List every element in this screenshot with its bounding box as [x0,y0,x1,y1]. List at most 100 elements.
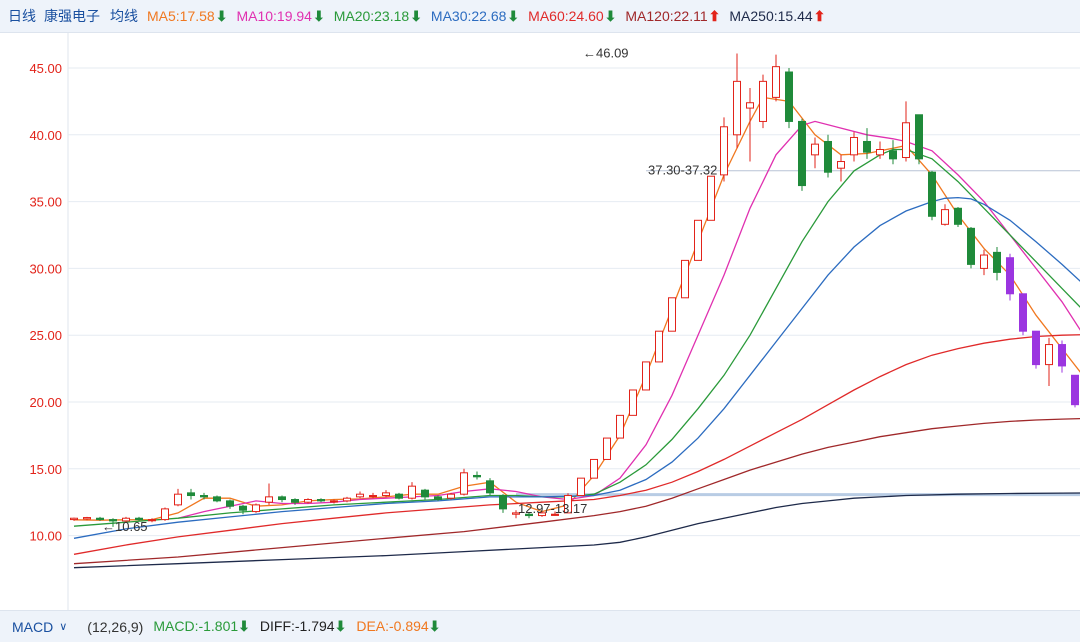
candle-body [1045,344,1053,366]
y-tick-label: 45.00 [29,61,62,76]
candle-body [694,219,702,261]
candle-body [681,259,689,299]
candle-body [772,66,780,98]
chevron-down-icon[interactable]: ∨ [59,620,67,633]
candle-body [603,437,611,460]
candle-body [733,80,741,136]
candle-body [629,389,637,416]
macd-text: MACD:-1.801 [153,618,239,634]
candle-body [993,251,1001,273]
macd-params: (12,26,9) [87,618,144,635]
candle-body [239,505,247,511]
candle-body [811,143,819,156]
candle-body [863,140,871,153]
ma-legend-item: MA250:15.44⬆ [729,8,825,24]
ma-line-ma10 [177,120,1080,519]
macd-header: MACD ∨ (12,26,9) MACD:-1.801⬇ DIFF:-1.79… [0,610,1080,642]
y-tick-label: 10.00 [29,529,62,544]
ma-legend-item: MA10:19.94⬇ [236,8,324,24]
ma-legend-label: MA5:17.58 [147,7,215,24]
candle-body [187,492,195,497]
candle-body [148,519,156,522]
candle-body [278,496,286,501]
candle-body [408,485,416,499]
arrow-down-icon: ⬇ [507,7,520,24]
y-tick-label: 20.00 [29,395,62,410]
candle-body [980,254,988,269]
candle-body [590,458,598,479]
candle-body [928,171,936,217]
candle-body [304,499,312,503]
ma-legend-item: MA60:24.60⬇ [528,8,616,24]
dea-text: DEA:-0.894 [356,618,429,634]
candle-body [1071,374,1079,406]
y-tick-label: 35.00 [29,195,62,210]
candle-body [798,120,806,187]
candle-body [824,140,832,173]
arrow-down-icon: ⬇ [312,7,325,24]
ma-legend-label: MA60:24.60 [528,7,604,24]
candle-body [1032,330,1040,366]
ma-legend-item: MA5:17.58⬇ [147,8,227,24]
ma-legend-item: MA30:22.68⬇ [431,8,519,24]
ma-line-ma5 [73,96,1080,521]
candle-body [889,150,897,160]
y-tick-label: 40.00 [29,128,62,143]
arrow-down-icon: ⬇ [215,7,228,24]
candle-body [356,493,364,498]
ma-legend-label: MA120:22.11 [625,7,708,24]
candle-body [473,474,481,478]
indicator-header: 日线 康强电子 均线 MA5:17.58⬇ MA10:19.94⬇ MA20:23.… [0,0,1080,33]
price-annotation: ←10.65 [102,519,148,534]
candle-body [707,175,715,221]
candle-body [70,517,78,521]
candle-body [759,80,767,122]
candle-body [83,517,91,520]
ma-legend: MA5:17.58⬇ MA10:19.94⬇ MA20:23.18⬇ MA30:22.… [138,8,825,25]
candle-body [369,495,377,498]
price-annotation: ←46.09 [583,45,629,60]
arrow-down-icon: ⬇ [428,618,441,634]
candle-body [252,504,260,513]
candle-body [837,161,845,169]
dea-value: DEA:-0.894⬇ [356,618,440,635]
candle-body [421,489,429,498]
candle-body [850,136,858,156]
candle-body [265,496,273,503]
candle-body [291,499,299,503]
candle-body [616,414,624,439]
candle-body [1019,293,1027,332]
stock-name: 康强电子 [44,8,100,24]
candle-body [1058,344,1066,367]
macd-value: MACD:-1.801⬇ [153,618,250,635]
candle-body [785,71,793,122]
candle-body [577,477,585,497]
candle-body [330,500,338,503]
moving-average-label[interactable]: 均线 [110,6,138,26]
arrow-down-icon: ⬇ [238,618,250,634]
candle-body [642,361,650,391]
candle-body [499,495,507,510]
candle-body [161,508,169,521]
ma-legend-item: MA120:22.11⬆ [625,8,720,24]
period-selector[interactable]: 日线 [8,6,36,26]
ma-legend-label: MA250:15.44 [729,7,813,24]
candle-body [720,126,728,176]
ma-line-ma60 [73,334,1080,555]
ma-legend-label: MA20:23.18 [333,7,410,24]
candle-body [941,209,949,225]
candle-body [967,227,975,265]
candle-body [460,472,468,495]
candle-body [213,496,221,502]
candle-body [226,500,234,507]
candle-body [655,330,663,363]
candle-body [902,122,910,159]
candle-body [486,480,494,494]
candle-body [915,114,923,160]
candle-body [174,493,182,506]
candle-body [954,207,962,225]
y-tick-label: 25.00 [29,328,62,343]
indicator-name[interactable]: MACD [12,619,53,635]
candle-body [668,297,676,332]
candlestick-chart[interactable]: 45.00 40.00 35.00 30.00 25.00 20.00 15.00 10.00… [0,33,1080,610]
